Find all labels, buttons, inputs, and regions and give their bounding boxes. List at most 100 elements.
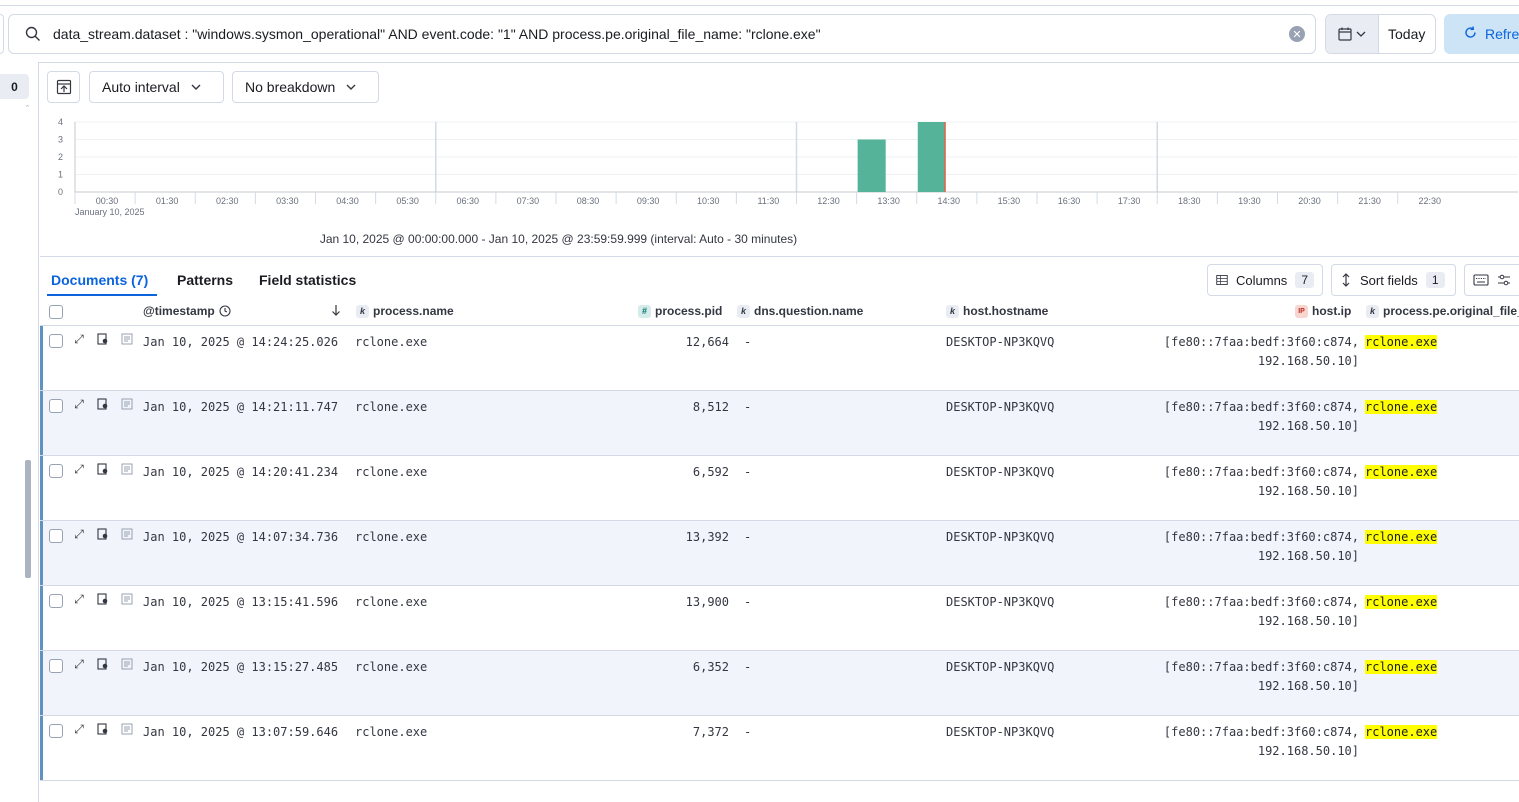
column-header-dns-question-name[interactable]: k dns.question.name [737,304,863,318]
expand-icon[interactable]: ⤢ [72,332,86,346]
interval-dropdown[interactable]: Auto interval [89,71,224,103]
sort-fields-button[interactable]: Sort fields 1 [1331,264,1456,296]
investigate-icon[interactable] [96,332,110,346]
cell-process-name: rclone.exe [355,725,428,739]
chart-time-range: Jan 10, 2025 @ 00:00:00.000 - Jan 10, 20… [319,232,798,246]
expand-icon[interactable]: ⤢ [72,397,86,411]
investigate-icon[interactable] [96,722,110,736]
row-checkbox[interactable] [49,464,63,478]
notes-icon[interactable] [120,722,134,736]
sort-desc-icon[interactable] [330,304,342,316]
x-tick-label: 17:30 [1118,196,1141,206]
search-input[interactable]: data_stream.dataset : "windows.sysmon_op… [53,26,1289,42]
tab-patterns[interactable]: Patterns [177,272,233,288]
notes-icon[interactable] [120,592,134,606]
column-label: dns.question.name [754,304,864,318]
cell-host-ip: [fe80::7faa:bedf:3f60:c874, 192.168.50.10… [1100,463,1359,501]
search-highlight: rclone.exe [1365,660,1438,674]
cell-host-ip: [fe80::7faa:bedf:3f60:c874, 192.168.50.10… [1100,528,1359,566]
chevron-down-icon [191,84,201,90]
refresh-button[interactable]: Refresh [1444,14,1519,54]
investigate-icon[interactable] [96,657,110,671]
row-checkbox[interactable] [49,334,63,348]
column-label: process.pe.original_file_name [1383,304,1519,318]
column-header-original-file-name[interactable]: k process.pe.original_file_name [1366,304,1519,318]
select-all-checkbox[interactable] [49,305,63,319]
investigate-icon[interactable] [96,397,110,411]
investigate-icon[interactable] [96,527,110,541]
expand-icon[interactable]: ⤢ [72,592,86,606]
histogram-chart[interactable]: 0 1 2 3 4 00:30 01:30 02:30 03:30 04:30 05:30 06:30… [40,112,1519,222]
column-header-host-hostname[interactable]: k host.hostname [946,304,1048,318]
expand-icon[interactable]: ⤢ [72,462,86,476]
table-row[interactable]: ⤢ Jan 10, 2025 @ 14:07:34.736 rclone.exe 13… [40,521,1519,586]
date-picker[interactable]: Today [1325,14,1436,54]
left-edge-control[interactable] [0,14,4,54]
chart-toggle-icon [56,79,71,95]
table-row[interactable]: ⤢ Jan 10, 2025 @ 14:20:41.234 rclone.exe 6,… [40,456,1519,521]
investigate-icon[interactable] [96,592,110,606]
keyword-type-icon: k [1366,304,1379,318]
column-header-process-name[interactable]: k process.name [356,304,454,318]
notes-icon[interactable] [120,527,134,541]
interval-label: Auto interval [102,79,180,95]
column-header-timestamp[interactable]: @timestamp [143,304,231,318]
breakdown-dropdown[interactable]: No breakdown [232,71,379,103]
row-checkbox[interactable] [49,594,63,608]
x-tick-label: 16:30 [1058,196,1081,206]
table-row[interactable]: ⤢ Jan 10, 2025 @ 14:21:11.747 rclone.exe 8,… [40,391,1519,456]
expand-icon[interactable]: ⤢ [72,657,86,671]
cell-timestamp: Jan 10, 2025 @ 13:15:41.596 [143,595,339,609]
cell-dns-question-name: - [744,725,752,739]
table-row[interactable]: ⤢ Jan 10, 2025 @ 13:07:59.646 rclone.exe 7,… [40,716,1519,781]
x-tick-label: 01:30 [156,196,179,206]
column-header-process-pid[interactable]: # process.pid [638,304,722,318]
settings-icon [1498,274,1510,286]
expand-icon[interactable]: ⤢ [72,527,86,541]
row-checkbox[interactable] [49,399,63,413]
cell-host-hostname: DESKTOP-NP3KQVQ [946,660,1055,674]
toggle-chart-button[interactable] [47,71,80,103]
columns-button[interactable]: Columns 7 [1207,264,1323,296]
column-header-host-ip[interactable]: IP host.ip [1295,304,1351,318]
ip-value: 192.168.50.10] [1257,679,1359,693]
search-bar[interactable]: data_stream.dataset : "windows.sysmon_op… [8,14,1316,54]
x-tick-label: 03:30 [276,196,299,206]
cell-host-hostname: DESKTOP-NP3KQVQ [946,335,1055,349]
expand-icon[interactable]: ⤢ [72,722,86,736]
y-tick-label: 2 [58,152,63,162]
row-checkbox[interactable] [49,529,63,543]
cell-host-hostname: DESKTOP-NP3KQVQ [946,400,1055,414]
row-checkbox[interactable] [49,724,63,738]
notes-icon[interactable] [120,462,134,476]
keyboard-shortcuts-button[interactable] [1464,264,1519,296]
table-row[interactable]: ⤢ Jan 10, 2025 @ 13:15:41.596 rclone.exe 13… [40,586,1519,651]
x-tick-label: 04:30 [336,196,359,206]
clear-icon[interactable]: ✕ [1289,26,1305,42]
x-date-label: January 10, 2025 [75,207,145,217]
notes-icon[interactable] [120,657,134,671]
x-tick-label: 07:30 [517,196,540,206]
tab-documents[interactable]: Documents (7) [51,272,148,288]
table-row[interactable]: ⤢ Jan 10, 2025 @ 14:24:25.026 rclone.exe 12… [40,326,1519,391]
calendar-icon[interactable] [1326,15,1379,53]
table-row[interactable]: ⤢ Jan 10, 2025 @ 13:15:27.485 rclone.exe 6,… [40,651,1519,716]
column-label: @timestamp [143,304,215,318]
keyword-type-icon: k [946,304,959,318]
tab-field-statistics[interactable]: Field statistics [259,272,356,288]
notes-icon[interactable] [120,332,134,346]
cell-host-ip: [fe80::7faa:bedf:3f60:c874, 192.168.50.10… [1100,333,1359,371]
date-label: Today [1388,26,1426,42]
cell-dns-question-name: - [744,335,752,349]
cell-original-file-name: rclone.exe [1365,463,1438,482]
notes-icon[interactable] [120,397,134,411]
row-accent [40,521,43,585]
sidebar-scrollbar[interactable] [25,460,31,578]
clock-icon [219,305,231,317]
row-checkbox[interactable] [49,659,63,673]
sort-icon [1342,273,1350,287]
row-accent [40,391,43,455]
investigate-icon[interactable] [96,462,110,476]
cell-original-file-name: rclone.exe [1365,528,1438,547]
table-icon [1216,275,1228,285]
